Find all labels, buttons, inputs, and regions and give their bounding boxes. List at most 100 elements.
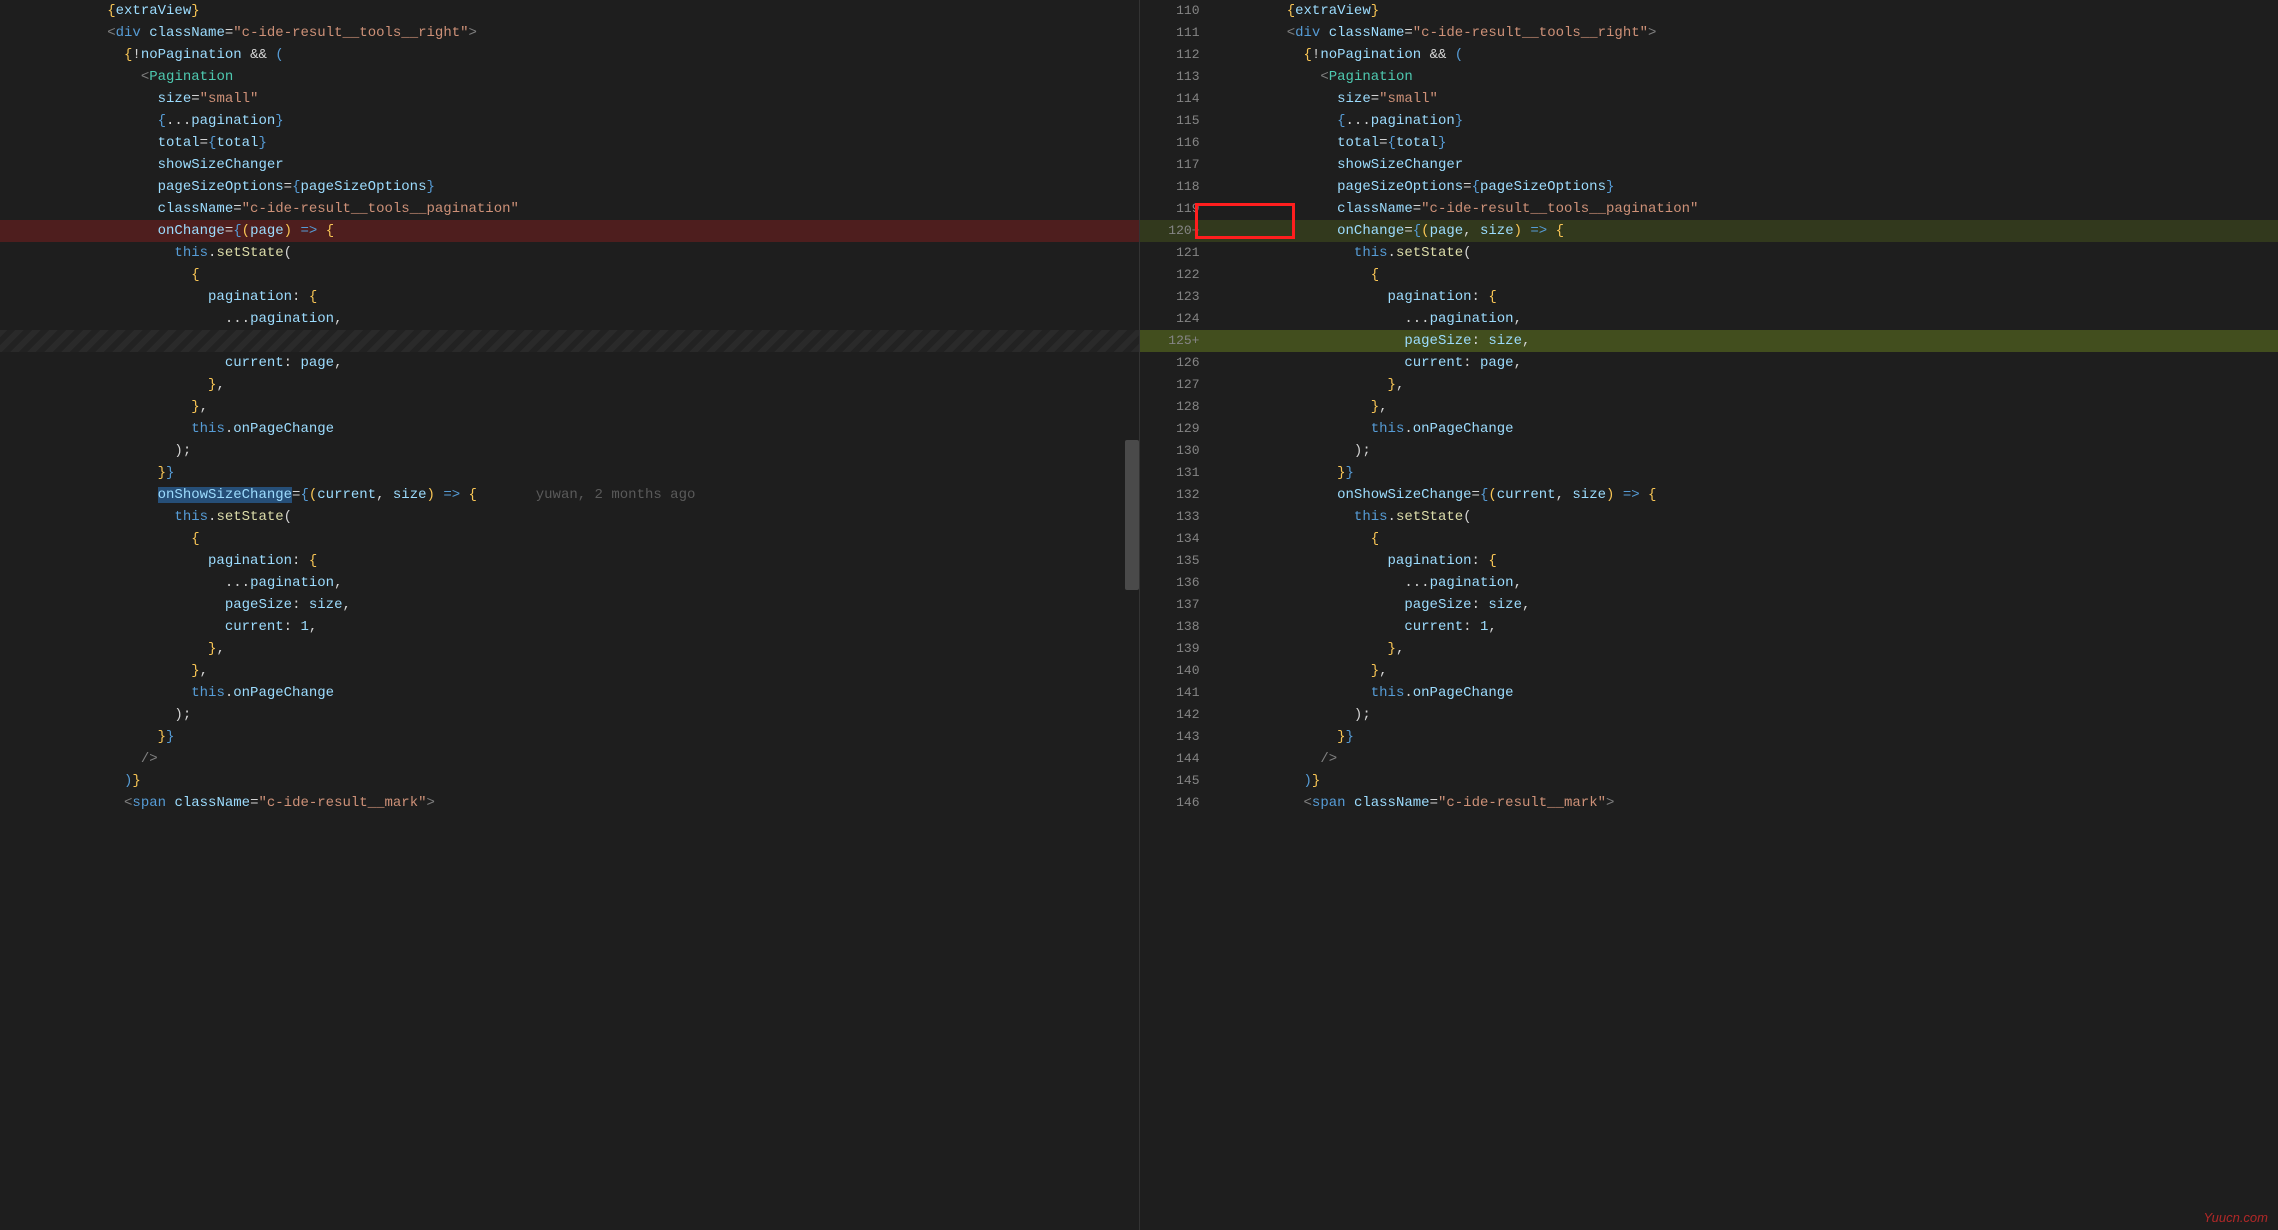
line-number[interactable]: 116 — [1140, 132, 1220, 154]
line-number[interactable]: 130 — [1140, 440, 1220, 462]
line-number[interactable]: 135 — [1140, 550, 1220, 572]
line-number[interactable]: 111 — [1140, 22, 1220, 44]
line-number[interactable]: 139 — [1140, 638, 1220, 660]
code-content[interactable]: className="c-ide-result__tools__paginati… — [1220, 198, 2278, 220]
code-line[interactable]: 133 this.setState( — [1140, 506, 2278, 528]
diff-left-pane[interactable]: {extraView} <div className="c-ide-result… — [0, 0, 1140, 1230]
code-line[interactable]: 145 )} — [1140, 770, 2278, 792]
code-content[interactable]: {...pagination} — [40, 110, 1139, 132]
code-line[interactable]: pagination: { — [0, 550, 1139, 572]
code-content[interactable]: total={total} — [1220, 132, 2278, 154]
code-line[interactable]: 136 ...pagination, — [1140, 572, 2278, 594]
code-line[interactable]: onChange={(page) => { — [0, 220, 1139, 242]
code-content[interactable]: pagination: { — [1220, 286, 2278, 308]
code-line[interactable]: 120+ onChange={(page, size) => { — [1140, 220, 2278, 242]
code-line[interactable]: }, — [0, 660, 1139, 682]
code-content[interactable]: }, — [1220, 660, 2278, 682]
code-line[interactable]: this.onPageChange — [0, 418, 1139, 440]
line-number[interactable]: 126 — [1140, 352, 1220, 374]
code-line[interactable]: current: page, — [0, 352, 1139, 374]
line-number[interactable]: 120+ — [1140, 220, 1220, 242]
code-line[interactable]: 122 { — [1140, 264, 2278, 286]
right-code-area[interactable]: 110 {extraView}111 <div className="c-ide… — [1140, 0, 2278, 814]
code-line[interactable]: 123 pagination: { — [1140, 286, 2278, 308]
code-content[interactable]: this.onPageChange — [1220, 682, 2278, 704]
code-line[interactable]: onShowSizeChange={(current, size) => { y… — [0, 484, 1139, 506]
line-number[interactable]: 138 — [1140, 616, 1220, 638]
code-content[interactable]: this.setState( — [1220, 506, 2278, 528]
line-number[interactable]: 113 — [1140, 66, 1220, 88]
code-content[interactable]: ); — [40, 440, 1139, 462]
code-content[interactable]: <span className="c-ide-result__mark"> — [40, 792, 1139, 814]
code-content[interactable]: onShowSizeChange={(current, size) => { — [1220, 484, 2278, 506]
code-content[interactable]: <span className="c-ide-result__mark"> — [1220, 792, 2278, 814]
code-content[interactable]: size="small" — [1220, 88, 2278, 110]
code-line[interactable]: this.onPageChange — [0, 682, 1139, 704]
code-content[interactable]: {extraView} — [40, 0, 1139, 22]
line-number[interactable]: 146 — [1140, 792, 1220, 814]
code-line[interactable]: }, — [0, 374, 1139, 396]
code-content[interactable]: pagination: { — [40, 550, 1139, 572]
line-number[interactable]: 127 — [1140, 374, 1220, 396]
diff-right-pane[interactable]: 110 {extraView}111 <div className="c-ide… — [1140, 0, 2278, 1230]
code-line[interactable]: 111 <div className="c-ide-result__tools_… — [1140, 22, 2278, 44]
code-line[interactable]: <Pagination — [0, 66, 1139, 88]
code-content[interactable]: { — [40, 528, 1139, 550]
code-content[interactable]: ...pagination, — [40, 308, 1139, 330]
code-content[interactable]: }} — [1220, 726, 2278, 748]
code-content[interactable]: this.onPageChange — [40, 418, 1139, 440]
code-line[interactable]: 144 /> — [1140, 748, 2278, 770]
code-content[interactable]: }, — [40, 638, 1139, 660]
code-content[interactable]: /> — [1220, 748, 2278, 770]
code-line[interactable]: 143 }} — [1140, 726, 2278, 748]
code-line[interactable]: <span className="c-ide-result__mark"> — [0, 792, 1139, 814]
code-line[interactable]: 130 ); — [1140, 440, 2278, 462]
code-line[interactable]: }, — [0, 396, 1139, 418]
line-number[interactable]: 136 — [1140, 572, 1220, 594]
code-line[interactable]: 112 {!noPagination && ( — [1140, 44, 2278, 66]
code-line[interactable]: 127 }, — [1140, 374, 2278, 396]
code-line[interactable]: pageSizeOptions={pageSizeOptions} — [0, 176, 1139, 198]
code-line[interactable]: 119 className="c-ide-result__tools__pagi… — [1140, 198, 2278, 220]
line-number[interactable]: 144 — [1140, 748, 1220, 770]
code-content[interactable]: }, — [1220, 374, 2278, 396]
code-content[interactable]: )} — [40, 770, 1139, 792]
code-line[interactable]: ...pagination, — [0, 308, 1139, 330]
code-line[interactable]: 134 { — [1140, 528, 2278, 550]
line-number[interactable]: 145 — [1140, 770, 1220, 792]
line-number[interactable]: 121 — [1140, 242, 1220, 264]
code-content[interactable]: { — [1220, 264, 2278, 286]
code-content[interactable]: current: page, — [1220, 352, 2278, 374]
code-line[interactable]: }} — [0, 462, 1139, 484]
code-line[interactable]: pagination: { — [0, 286, 1139, 308]
line-number[interactable]: 110 — [1140, 0, 1220, 22]
code-line[interactable]: 110 {extraView} — [1140, 0, 2278, 22]
code-line[interactable] — [0, 330, 1139, 352]
code-content[interactable]: onChange={(page, size) => { — [1220, 220, 2278, 242]
code-line[interactable]: 146 <span className="c-ide-result__mark"… — [1140, 792, 2278, 814]
code-content[interactable]: showSizeChanger — [40, 154, 1139, 176]
line-number[interactable]: 122 — [1140, 264, 1220, 286]
code-line[interactable]: 128 }, — [1140, 396, 2278, 418]
code-content[interactable]: }, — [1220, 638, 2278, 660]
line-number[interactable]: 118 — [1140, 176, 1220, 198]
code-content[interactable]: }, — [40, 374, 1139, 396]
code-line[interactable]: className="c-ide-result__tools__paginati… — [0, 198, 1139, 220]
code-content[interactable]: total={total} — [40, 132, 1139, 154]
code-content[interactable]: pageSizeOptions={pageSizeOptions} — [1220, 176, 2278, 198]
code-line[interactable]: this.setState( — [0, 506, 1139, 528]
code-content[interactable]: ); — [1220, 704, 2278, 726]
line-number[interactable]: 124 — [1140, 308, 1220, 330]
code-line[interactable]: 131 }} — [1140, 462, 2278, 484]
line-number[interactable]: 142 — [1140, 704, 1220, 726]
code-line[interactable]: { — [0, 528, 1139, 550]
code-line[interactable]: /> — [0, 748, 1139, 770]
code-content[interactable]: {extraView} — [1220, 0, 2278, 22]
code-content[interactable]: pageSize: size, — [1220, 594, 2278, 616]
code-line[interactable]: {...pagination} — [0, 110, 1139, 132]
line-number[interactable]: 141 — [1140, 682, 1220, 704]
code-line[interactable]: pageSize: size, — [0, 594, 1139, 616]
code-line[interactable]: 139 }, — [1140, 638, 2278, 660]
code-content[interactable]: pageSizeOptions={pageSizeOptions} — [40, 176, 1139, 198]
code-content[interactable]: ); — [40, 704, 1139, 726]
